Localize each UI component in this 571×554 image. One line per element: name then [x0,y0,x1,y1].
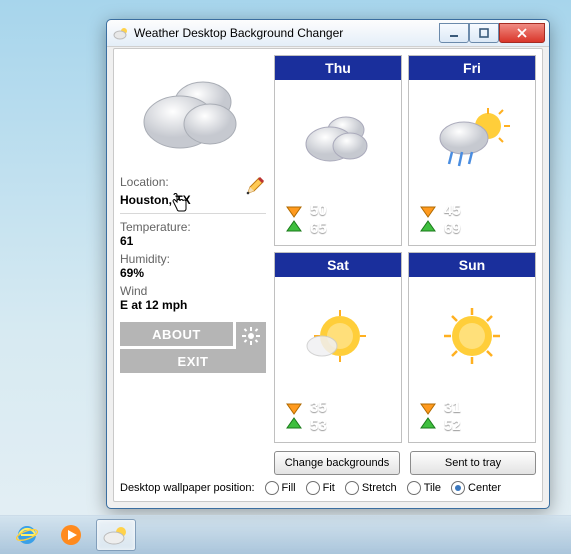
forecast-high: 69 [419,219,525,237]
forecast-card-sat: Sat 3553 [274,252,402,443]
radio-dot-icon [407,481,421,495]
edit-location-icon[interactable] [244,175,266,200]
radio-dot-icon [345,481,359,495]
wind-label: Wind [120,284,266,298]
forecast-day: Fri [409,56,535,80]
change-backgrounds-button[interactable]: Change backgrounds [274,451,400,475]
taskbar-app-icon[interactable] [96,519,136,551]
forecast-weather-icon [409,277,535,395]
app-icon [113,25,129,41]
taskbar[interactable] [0,515,571,554]
forecast-grid: Thu 5065 Fri 4569 Sat 3553 Sun 3152 [274,55,536,443]
close-button[interactable] [499,23,545,43]
send-to-tray-button[interactable]: Sent to tray [410,451,536,475]
forecast-weather-icon [275,80,401,198]
cursor-hand-icon [170,193,188,216]
forecast-weather-icon [409,80,535,198]
settings-button[interactable] [236,322,266,349]
forecast-card-thu: Thu 5065 [274,55,402,246]
wind-value: E at 12 mph [120,298,266,312]
radio-fit[interactable]: Fit [306,481,335,495]
titlebar[interactable]: Weather Desktop Background Changer [107,20,549,47]
temperature-value: 61 [120,234,266,248]
maximize-button[interactable] [469,23,499,43]
radio-label: Stretch [362,482,397,494]
exit-button[interactable]: EXIT [120,349,266,373]
radio-center[interactable]: Center [451,481,501,495]
forecast-day: Thu [275,56,401,80]
forecast-high: 65 [285,219,391,237]
radio-label: Tile [424,482,441,494]
forecast-day: Sun [409,253,535,277]
forecast-card-fri: Fri 4569 [408,55,536,246]
radio-tile[interactable]: Tile [407,481,441,495]
taskbar-media-icon[interactable] [52,520,90,550]
forecast-low: 31 [419,398,525,416]
radio-dot-icon [451,481,465,495]
radio-label: Fill [282,482,296,494]
radio-dot-icon [306,481,320,495]
forecast-weather-icon [275,277,401,395]
window-title: Weather Desktop Background Changer [134,26,439,40]
about-button[interactable]: ABOUT [120,322,233,346]
humidity-value: 69% [120,266,266,280]
radio-stretch[interactable]: Stretch [345,481,397,495]
forecast-low: 35 [285,398,391,416]
forecast-high: 53 [285,416,391,434]
wallpaper-position-label: Desktop wallpaper position: [120,482,255,494]
taskbar-ie-icon[interactable] [8,520,46,550]
radio-dot-icon [265,481,279,495]
radio-label: Center [468,482,501,494]
forecast-day: Sat [275,253,401,277]
current-weather-icon [120,55,266,175]
radio-fill[interactable]: Fill [265,481,296,495]
forecast-card-sun: Sun 3152 [408,252,536,443]
location-label: Location: [120,175,191,189]
forecast-low: 45 [419,201,525,219]
radio-label: Fit [323,482,335,494]
humidity-label: Humidity: [120,252,266,266]
minimize-button[interactable] [439,23,469,43]
forecast-low: 50 [285,201,391,219]
app-window: Weather Desktop Background Changer [106,19,550,509]
temperature-label: Temperature: [120,220,266,234]
wallpaper-position-group: Fill Fit Stretch Tile Center [265,481,502,495]
client-area: Location: Houston, TX Temperature: 61 Hu… [113,48,543,502]
forecast-high: 52 [419,416,525,434]
current-panel: Location: Houston, TX Temperature: 61 Hu… [120,55,266,475]
